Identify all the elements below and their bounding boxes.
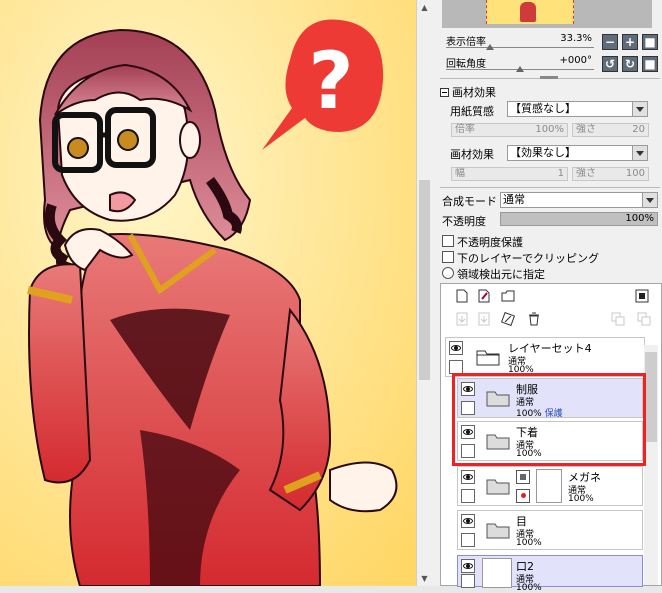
layer-opacity: 100% <box>516 583 542 593</box>
zoom-slider[interactable] <box>446 47 594 48</box>
layer-thumbnail <box>482 558 512 588</box>
eye-icon[interactable] <box>449 341 463 355</box>
scroll-up-icon[interactable]: ▲ <box>419 2 430 13</box>
rotate-left-button[interactable]: ↺ <box>602 56 618 72</box>
illustration: ? <box>0 0 416 586</box>
divider <box>440 187 660 188</box>
opacity-slider[interactable]: 100% <box>500 212 658 226</box>
zoom-out-button[interactable]: − <box>602 34 618 50</box>
paper-rate-field[interactable]: 倍率 100% <box>451 123 568 137</box>
folder-icon <box>486 523 510 539</box>
layer-opacity: 100% <box>568 494 594 504</box>
effect-strength-field[interactable]: 強さ 100 <box>572 167 649 181</box>
paper-texture-label: 用紙質感 <box>450 105 494 118</box>
layer-item[interactable]: 口2 通常 100% <box>457 555 643 593</box>
navigator-figure <box>520 2 536 22</box>
paper-texture-select[interactable]: 【質感なし】 <box>507 101 648 117</box>
delete-layer-icon[interactable] <box>527 312 541 326</box>
eye-icon[interactable] <box>461 470 475 484</box>
chevron-down-icon[interactable] <box>642 193 657 207</box>
layer-thumbnail <box>536 469 562 503</box>
scroll-down-icon[interactable]: ▼ <box>419 573 430 584</box>
layer-scrollbar-thumb[interactable] <box>645 352 657 442</box>
rotate-label: 回転角度 <box>446 59 486 70</box>
merge-visible-icon[interactable] <box>611 312 625 326</box>
rotate-slider-knob[interactable] <box>516 66 524 72</box>
paper-strength-field[interactable]: 強さ 20 <box>572 123 649 137</box>
clear-layer-icon[interactable] <box>501 312 515 326</box>
brush-effect-header[interactable]: 画材効果 <box>440 84 496 100</box>
detect-source-radio[interactable]: 領域検出元に指定 <box>442 266 545 282</box>
new-folder-icon[interactable] <box>501 289 515 303</box>
chevron-down-icon[interactable] <box>632 146 647 160</box>
navigator-view-rect[interactable] <box>486 0 574 24</box>
opacity-label: 不透明度 <box>442 215 486 228</box>
eye-icon[interactable] <box>461 514 475 528</box>
effect-select[interactable]: 【効果なし】 <box>507 145 648 161</box>
zoom-label: 表示倍率 <box>446 37 486 48</box>
blend-mode-label: 合成モード <box>442 195 497 208</box>
blend-mode-select[interactable]: 通常 <box>500 192 658 208</box>
layer-select-checkbox[interactable] <box>461 489 475 503</box>
layer-select-checkbox[interactable] <box>461 533 475 547</box>
zoom-slider-knob[interactable] <box>486 44 494 50</box>
zoom-reset-button[interactable]: ■ <box>642 34 658 50</box>
panel-splitter[interactable] <box>540 76 558 79</box>
rotate-right-button[interactable]: ↻ <box>622 56 638 72</box>
layer-item[interactable]: メガネ 通常 100% <box>457 466 643 506</box>
folder-icon <box>476 350 500 366</box>
layer-item[interactable]: レイヤーセット4 通常 100% <box>445 337 645 377</box>
bubble-question: ? <box>308 37 353 127</box>
layer-scrollbar[interactable] <box>644 345 658 585</box>
merge-all-icon[interactable] <box>637 312 651 326</box>
zoom-value: 33.3% <box>560 33 592 44</box>
folder-icon <box>486 479 510 495</box>
protect-opacity-checkbox[interactable]: 不透明度保護 <box>442 234 523 250</box>
chevron-down-icon[interactable] <box>632 102 647 116</box>
collapse-icon[interactable] <box>440 88 449 97</box>
highlight-box <box>452 373 646 466</box>
drawing-canvas[interactable]: ? <box>0 0 416 586</box>
navigator-preview[interactable] <box>442 0 652 28</box>
layer-select-checkbox[interactable] <box>449 360 463 374</box>
clipping-checkbox[interactable]: 下のレイヤーでクリッピング <box>442 250 599 266</box>
eye-icon[interactable] <box>461 559 475 573</box>
new-layer-icon[interactable] <box>455 289 469 303</box>
layer-opacity: 100% <box>516 538 542 548</box>
rotate-value: +000° <box>559 55 592 66</box>
effect-label: 画材効果 <box>450 148 494 161</box>
mask-icon[interactable] <box>635 289 649 303</box>
canvas-vertical-scrollbar[interactable]: ▲ ▼ <box>416 0 432 586</box>
merge-down-icon[interactable] <box>477 312 491 326</box>
zoom-in-button[interactable]: + <box>622 34 638 50</box>
pen-tool-icon[interactable] <box>516 489 530 503</box>
layer-item[interactable]: 目 通常 100% <box>457 510 643 550</box>
effect-width-field[interactable]: 幅1 <box>451 167 568 181</box>
layer-mask-icon[interactable] <box>516 470 530 484</box>
scrollbar-thumb[interactable] <box>419 180 430 380</box>
new-pen-layer-icon[interactable] <box>477 289 491 303</box>
transfer-down-icon[interactable] <box>455 312 469 326</box>
rotate-reset-button[interactable]: ■ <box>642 56 658 72</box>
